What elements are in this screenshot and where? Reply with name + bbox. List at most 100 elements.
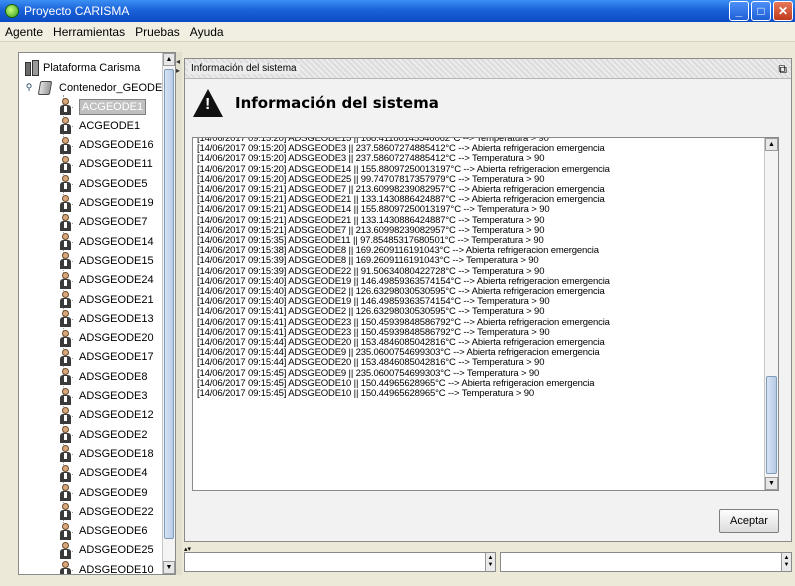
log-text-area[interactable]: [14/06/2017 09:15:20] ADSGEODE15 || 168.… <box>192 137 779 491</box>
agent-tree-panel: Plataforma Carisma ⚲ Contenedor_GEODE AC… <box>18 52 176 575</box>
tree-agent-label: ADSGEODE19 <box>79 197 154 209</box>
tree-agent-item[interactable]: ADSGEODE9 <box>59 483 147 502</box>
tree-root-label: Plataforma Carisma <box>43 61 141 74</box>
menu-pruebas[interactable]: Pruebas <box>130 25 185 39</box>
log-scroll-up-icon[interactable]: ▲ <box>765 138 778 151</box>
accept-button[interactable]: Aceptar <box>719 509 779 533</box>
agent-person-icon <box>59 541 72 559</box>
dialog-heading: Información del sistema <box>235 94 439 112</box>
agent-person-icon <box>59 136 72 154</box>
bottom-left-field[interactable]: ▲ ▼ <box>184 552 496 572</box>
tree-agent-item[interactable]: ACGEODE1 <box>59 97 147 116</box>
tree-agent-label: ADSGEODE22 <box>79 505 154 518</box>
bottom-right-spinner[interactable]: ▲ ▼ <box>781 553 791 571</box>
agent-person-icon <box>59 426 72 444</box>
tree-agent-label: ADSGEODE11 <box>79 158 153 171</box>
agent-person-icon <box>59 213 72 231</box>
frame-title-bar[interactable]: Información del sistema ⧉ <box>185 59 791 79</box>
agent-person-icon <box>59 484 72 501</box>
tree-root[interactable]: Plataforma Carisma <box>21 58 140 77</box>
tree-agent-item[interactable]: ADSGEODE5 <box>59 174 147 193</box>
tree-agent-item[interactable]: ADSGEODE14 <box>59 232 154 251</box>
tree-scrollbar[interactable]: ▲ ▼ <box>162 53 175 574</box>
tree-agent-item[interactable]: ADSGEODE21 <box>59 290 154 309</box>
tree-agent-item[interactable]: ADSGEODE12 <box>59 406 154 425</box>
menu-ayuda[interactable]: Ayuda <box>185 25 229 39</box>
log-scroll-down-icon[interactable]: ▼ <box>765 477 778 490</box>
tree-agent-item[interactable]: ADSGEODE11 <box>59 155 153 174</box>
tree-agent-item[interactable]: ADSGEODE25 <box>59 541 154 560</box>
tree-agent-item[interactable]: ADSGEODE13 <box>59 309 154 328</box>
log-lines: [14/06/2017 09:15:20] ADSGEODE15 || 168.… <box>197 138 763 490</box>
agent-person-icon <box>59 503 72 521</box>
agent-person-icon <box>59 387 72 405</box>
agent-person-icon <box>59 98 72 115</box>
scroll-up-icon[interactable]: ▲ <box>163 53 175 66</box>
agent-person-icon <box>59 561 72 574</box>
frame-title: Información del sistema <box>188 63 300 74</box>
tree-agent-item[interactable]: ADSGEODE24 <box>59 271 154 290</box>
close-button[interactable]: ✕ <box>773 1 793 21</box>
tree-agent-item[interactable]: ADSGEODE19 <box>59 194 154 213</box>
tree-agent-item[interactable]: ADSGEODE3 <box>59 387 147 406</box>
scroll-down-icon[interactable]: ▼ <box>163 561 175 574</box>
agent-person-icon <box>59 464 72 482</box>
tree-agent-label: ADSGEODE17 <box>79 351 154 364</box>
tree-agent-label: ACGEODE1 <box>79 119 141 132</box>
tree-agent-item[interactable]: ADSGEODE7 <box>59 213 147 232</box>
expand-toggle-icon[interactable]: ⚲ <box>23 82 35 93</box>
maximize-button[interactable]: □ <box>751 1 771 21</box>
tree-agent-label: ADSGEODE3 <box>79 390 148 402</box>
tree-agent-label: ADSGEODE9 <box>79 486 148 499</box>
tree-agent-item[interactable]: ADSGEODE18 <box>59 444 154 463</box>
frame-maximize-icon[interactable]: ⧉ <box>778 62 787 77</box>
agent-person-icon <box>59 117 72 135</box>
tree-agent-label: ADSGEODE7 <box>79 216 148 229</box>
log-line: [14/06/2017 09:15:45] ADSGEODE10 || 150.… <box>197 388 535 400</box>
agent-person-icon <box>59 329 72 347</box>
agent-person-icon <box>59 291 72 308</box>
tree-container[interactable]: ⚲ Contenedor_GEODE <box>23 78 162 97</box>
tree-agent-label: ADSGEODE21 <box>79 293 154 306</box>
bottom-left-spinner[interactable]: ▲ ▼ <box>485 553 495 571</box>
bottom-right-field[interactable]: ▲ ▼ <box>500 552 792 572</box>
tree-agent-item[interactable]: ADSGEODE10 <box>59 560 154 575</box>
tree-agent-label: ADSGEODE12 <box>79 409 154 422</box>
warning-icon: ! <box>193 89 223 117</box>
panel-splitter[interactable]: ◂ ▸ <box>176 52 182 575</box>
tree-agent-item[interactable]: ADSGEODE17 <box>59 348 154 367</box>
tree-agent-label: ACGEODE1 <box>79 98 147 115</box>
tree-agent-label: ADSGEODE16 <box>79 139 154 152</box>
tree-agent-label: ADSGEODE13 <box>79 312 154 325</box>
tree-agent-label: ADSGEODE4 <box>79 467 148 480</box>
minimize-icon: _ <box>735 4 743 18</box>
bottom-splitter[interactable]: ▴▾ <box>184 545 792 553</box>
tree-agent-label: ADSGEODE10 <box>79 563 154 575</box>
tree-agent-item[interactable]: ADSGEODE22 <box>59 502 154 521</box>
tree-agent-label: ADSGEODE2 <box>79 428 148 441</box>
tree-agent-label: ADSGEODE25 <box>79 544 154 557</box>
tree-agent-item[interactable]: ADSGEODE2 <box>59 425 147 444</box>
tree-agent-item[interactable]: ADSGEODE4 <box>59 464 147 483</box>
tree-agent-item[interactable]: ADSGEODE15 <box>59 251 154 270</box>
close-icon: ✕ <box>777 4 789 18</box>
minimize-button[interactable]: _ <box>729 1 749 21</box>
tree-agent-item[interactable]: ADSGEODE8 <box>59 367 147 386</box>
maximize-icon: □ <box>757 4 765 18</box>
tree-agent-item[interactable]: ADSGEODE6 <box>59 522 147 541</box>
tree-agent-item[interactable]: ACGEODE1 <box>59 116 140 135</box>
log-scroll-thumb[interactable] <box>766 376 777 474</box>
menu-agente[interactable]: Agente <box>0 25 48 39</box>
tree-agent-item[interactable]: ADSGEODE16 <box>59 136 154 155</box>
agent-person-icon <box>59 368 72 386</box>
tree-agent-item[interactable]: ADSGEODE20 <box>59 329 154 348</box>
window-title-bar: Proyecto CARISMA _ □ ✕ <box>0 0 795 22</box>
tree-agent-label: ADSGEODE6 <box>79 525 148 538</box>
log-scrollbar[interactable]: ▲ ▼ <box>764 138 778 490</box>
agent-person-icon <box>59 445 72 463</box>
agent-person-icon <box>59 155 72 173</box>
tree-agent-label: ADSGEODE18 <box>79 447 154 460</box>
container-icon <box>37 80 53 96</box>
menu-herramientas[interactable]: Herramientas <box>48 25 130 39</box>
tree-scroll-thumb[interactable] <box>164 69 174 539</box>
